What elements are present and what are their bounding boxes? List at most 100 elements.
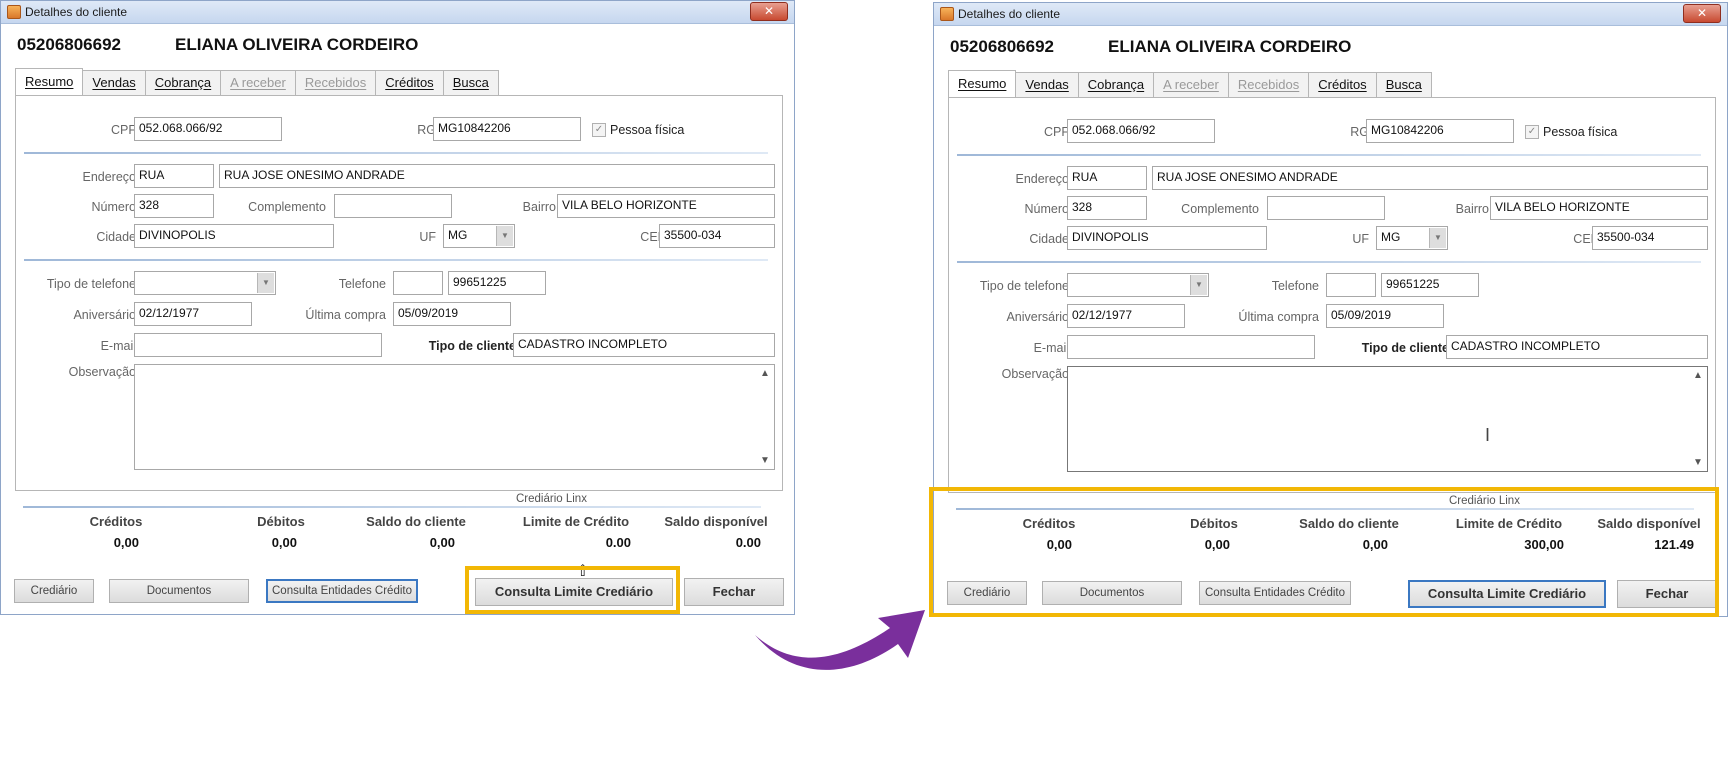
- resumo-panel: CPF 052.068.066/92 RG MG10842206 ✓ Pesso…: [15, 95, 783, 491]
- chevron-down-icon[interactable]: ▼: [1429, 228, 1446, 248]
- consulta-entidades-credito-button[interactable]: Consulta Entidades Crédito: [266, 579, 418, 603]
- cpf-field[interactable]: 052.068.066/92: [1067, 119, 1215, 143]
- limite-credito-header: Limite de Crédito: [522, 514, 630, 529]
- tipo-cliente-field[interactable]: CADASTRO INCOMPLETO: [1446, 335, 1708, 359]
- complemento-label: Complemento: [248, 200, 326, 214]
- scroll-down-icon[interactable]: ▼: [758, 455, 772, 466]
- cidade-label: Cidade: [96, 230, 136, 244]
- bairro-field[interactable]: VILA BELO HORIZONTE: [1490, 196, 1708, 220]
- telefone-field[interactable]: 99651225: [448, 271, 546, 295]
- chevron-down-icon[interactable]: ▼: [496, 226, 513, 246]
- tab-busca[interactable]: Busca: [442, 70, 499, 95]
- window-title: Detalhes do cliente: [958, 7, 1061, 21]
- uf-label: UF: [419, 230, 436, 244]
- tab-vendas[interactable]: Vendas: [82, 70, 146, 95]
- observacao-textarea[interactable]: ▲ ▼: [134, 364, 775, 470]
- saldo-cliente-value: 0,00: [429, 535, 455, 550]
- saldo-disponivel-header: Saldo disponível: [1597, 516, 1701, 531]
- consulta-entidades-credito-button[interactable]: Consulta Entidades Crédito: [1199, 581, 1351, 605]
- tab-creditos[interactable]: Créditos: [375, 70, 444, 95]
- bairro-label: Bairro: [522, 200, 556, 214]
- tab-recebidos: Recebidos: [1227, 72, 1310, 97]
- tipo-cliente-field[interactable]: CADASTRO INCOMPLETO: [513, 333, 775, 357]
- cidade-field[interactable]: DIVINOPOLIS: [134, 224, 334, 248]
- tipo-telefone-combo[interactable]: ▼: [134, 271, 276, 295]
- scroll-down-icon[interactable]: ▼: [1691, 457, 1705, 468]
- telefone-field[interactable]: 99651225: [1381, 273, 1479, 297]
- endereco-tipo-field[interactable]: RUA: [134, 164, 214, 188]
- cidade-field[interactable]: DIVINOPOLIS: [1067, 226, 1267, 250]
- chevron-down-icon[interactable]: ▼: [1190, 275, 1207, 295]
- cpf-field[interactable]: 052.068.066/92: [134, 117, 282, 141]
- bairro-field[interactable]: VILA BELO HORIZONTE: [557, 194, 775, 218]
- client-code: 05206806692: [17, 35, 122, 54]
- endereco-label: Endereço: [1015, 172, 1069, 186]
- tab-cobranca[interactable]: Cobrança: [1077, 72, 1155, 97]
- ultima-compra-field[interactable]: 05/09/2019: [1326, 304, 1444, 328]
- pessoa-fisica-checkbox[interactable]: ✓: [592, 123, 606, 137]
- numero-field[interactable]: 328: [134, 194, 214, 218]
- endereco-tipo-field[interactable]: RUA: [1067, 166, 1147, 190]
- client-details-window-after: Detalhes do cliente ✕ 05206806692 ELIANA…: [933, 2, 1728, 617]
- tab-resumo[interactable]: Resumo: [15, 68, 84, 95]
- email-field[interactable]: [134, 333, 382, 357]
- title-bar: Detalhes do cliente ✕: [1, 1, 794, 24]
- complemento-field[interactable]: [1267, 196, 1385, 220]
- tab-busca[interactable]: Busca: [1375, 72, 1432, 97]
- tipo-telefone-combo[interactable]: ▼: [1067, 273, 1209, 297]
- observacao-textarea[interactable]: ▲ ▼ I: [1067, 366, 1708, 472]
- limite-credito-header: Limite de Crédito: [1455, 516, 1563, 531]
- tab-resumo[interactable]: Resumo: [948, 70, 1017, 97]
- documentos-button[interactable]: Documentos: [1042, 581, 1182, 605]
- pessoa-fisica-checkbox[interactable]: ✓: [1525, 125, 1539, 139]
- cidade-label: Cidade: [1029, 232, 1069, 246]
- title-bar: Detalhes do cliente ✕: [934, 3, 1727, 26]
- uf-combo[interactable]: MG ▼: [1376, 226, 1448, 250]
- creditos-value: 0,00: [1046, 537, 1072, 552]
- tipo-cliente-label: Tipo de cliente: [428, 339, 516, 353]
- endereco-field[interactable]: RUA JOSE ONESIMO ANDRADE: [219, 164, 775, 188]
- crediario-button[interactable]: Crediário: [14, 579, 94, 603]
- uf-combo[interactable]: MG ▼: [443, 224, 515, 248]
- tab-cobranca[interactable]: Cobrança: [144, 70, 222, 95]
- tipo-telefone-label: Tipo de telefone: [979, 279, 1069, 293]
- client-code: 05206806692: [950, 37, 1055, 56]
- tab-creditos[interactable]: Créditos: [1308, 72, 1377, 97]
- aniversario-field[interactable]: 02/12/1977: [134, 302, 252, 326]
- cep-field[interactable]: 35500-034: [1592, 226, 1708, 250]
- tab-a-receber: A receber: [220, 70, 296, 95]
- documentos-button[interactable]: Documentos: [109, 579, 249, 603]
- ultima-compra-field[interactable]: 05/09/2019: [393, 302, 511, 326]
- consulta-limite-crediario-button[interactable]: Consulta Limite Crediário: [475, 578, 673, 606]
- ddd-field[interactable]: [393, 271, 443, 295]
- aniversario-field[interactable]: 02/12/1977: [1067, 304, 1185, 328]
- endereco-field[interactable]: RUA JOSE ONESIMO ANDRADE: [1152, 166, 1708, 190]
- consulta-limite-crediario-button[interactable]: Consulta Limite Crediário: [1408, 580, 1606, 608]
- email-field[interactable]: [1067, 335, 1315, 359]
- uf-value: MG: [448, 228, 468, 242]
- ddd-field[interactable]: [1326, 273, 1376, 297]
- fechar-button[interactable]: Fechar: [1617, 580, 1717, 608]
- close-button[interactable]: ✕: [1683, 4, 1721, 23]
- tab-strip: Resumo Vendas Cobrança A receber Recebid…: [15, 68, 499, 95]
- tab-vendas[interactable]: Vendas: [1015, 72, 1079, 97]
- summary-separator: [956, 508, 1694, 510]
- summary-separator: [23, 506, 761, 508]
- chevron-down-icon[interactable]: ▼: [257, 273, 274, 293]
- rg-field[interactable]: MG10842206: [1366, 119, 1514, 143]
- complemento-field[interactable]: [334, 194, 452, 218]
- creditos-value: 0,00: [113, 535, 139, 550]
- scroll-up-icon[interactable]: ▲: [758, 368, 772, 379]
- tab-a-receber: A receber: [1153, 72, 1229, 97]
- numero-field[interactable]: 328: [1067, 196, 1147, 220]
- crediario-button[interactable]: Crediário: [947, 581, 1027, 605]
- separator: [24, 152, 768, 154]
- scroll-up-icon[interactable]: ▲: [1691, 370, 1705, 381]
- rg-label: RG: [1350, 125, 1369, 139]
- uf-value: MG: [1381, 230, 1401, 244]
- debitos-header: Débitos: [1190, 516, 1238, 531]
- rg-field[interactable]: MG10842206: [433, 117, 581, 141]
- pessoa-fisica-label: Pessoa física: [610, 123, 685, 137]
- cep-field[interactable]: 35500-034: [659, 224, 775, 248]
- close-button[interactable]: ✕: [750, 2, 788, 21]
